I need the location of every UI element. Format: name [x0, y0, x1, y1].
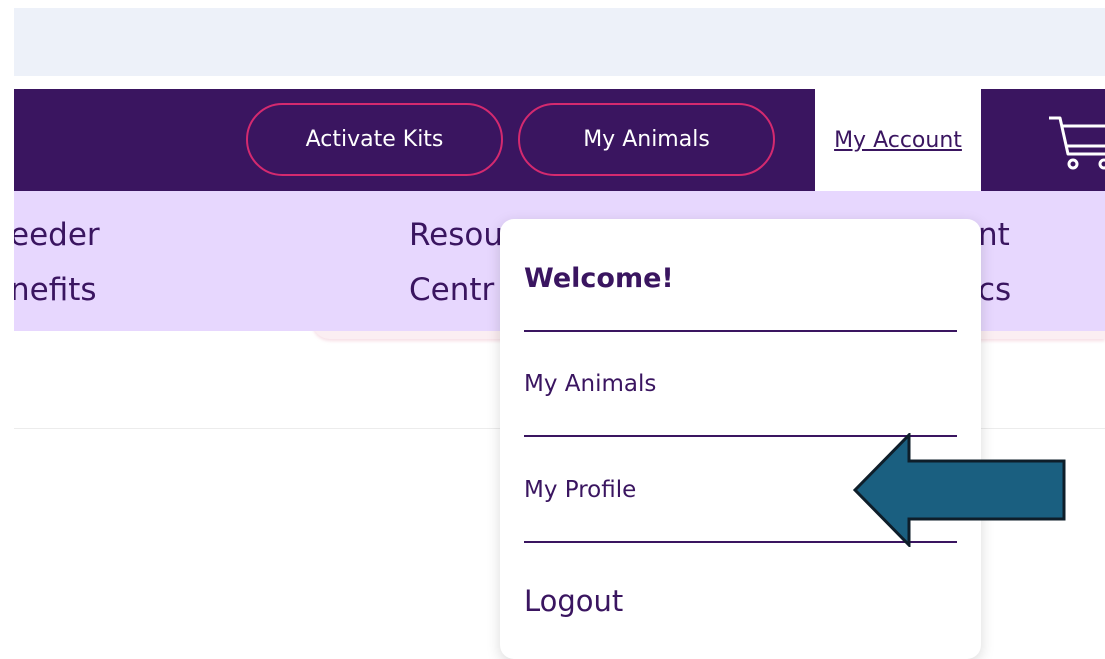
subnav-breeder-line1[interactable]: eeder: [14, 220, 100, 251]
dropdown-my-profile-item[interactable]: My Profile: [524, 479, 636, 502]
my-account-link[interactable]: My Account: [834, 128, 962, 153]
dropdown-logout-item[interactable]: Logout: [524, 587, 623, 616]
subnav-third-line1[interactable]: nt: [978, 220, 1010, 251]
subnav-third-line2[interactable]: cs: [978, 275, 1011, 306]
subnav-breeder-line2[interactable]: nefits: [14, 275, 97, 306]
subnav-resource-line2[interactable]: Centr: [409, 275, 494, 306]
cart-icon[interactable]: [1046, 108, 1105, 172]
top-banner: [14, 8, 1105, 76]
dropdown-divider: [524, 330, 957, 332]
arrow-left-icon: [852, 433, 1066, 547]
my-animals-label: My Animals: [583, 127, 710, 152]
activate-kits-label: Activate Kits: [305, 127, 444, 152]
activate-kits-button[interactable]: Activate Kits: [246, 103, 503, 176]
dropdown-welcome-heading: Welcome!: [524, 263, 674, 294]
subnav-resource-line1[interactable]: Resou: [409, 220, 503, 251]
my-account-tab[interactable]: My Account: [815, 89, 981, 191]
my-animals-button[interactable]: My Animals: [518, 103, 775, 176]
dropdown-my-animals-item[interactable]: My Animals: [524, 373, 656, 396]
